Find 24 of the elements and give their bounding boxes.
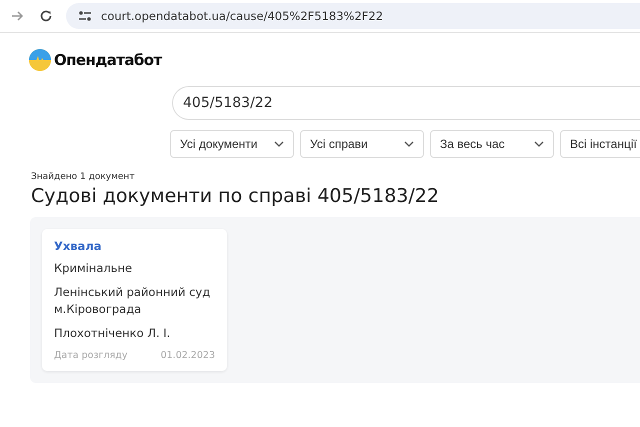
- url-text: court.opendatabot.ua/cause/405%2F5183%2F22: [101, 9, 384, 23]
- results-count: Знайдено 1 документ: [31, 172, 136, 182]
- filter-dropdown[interactable]: Усі документи: [170, 130, 294, 158]
- judge-name: Плохотніченко Л. І.: [54, 325, 172, 342]
- address-bar[interactable]: court.opendatabot.ua/cause/405%2F5183%2F22: [66, 3, 640, 29]
- chevron-down-icon: [534, 141, 544, 147]
- logo-icon: [29, 49, 51, 71]
- document-type-link[interactable]: Ухвала: [54, 239, 215, 253]
- date-label: Дата розгляду: [54, 350, 128, 361]
- court-name: Ленінський районний суд м.Кіровограда: [54, 284, 212, 318]
- forward-icon[interactable]: [10, 9, 24, 23]
- filter-dropdown[interactable]: За весь час: [430, 130, 554, 158]
- document-card[interactable]: Ухвала Кримінальне Ленінський районний суд м.Кіровограда Плохотніченко Л. І. Дата розгляду 01.02.2023: [42, 229, 227, 371]
- case-category: Кримінальне: [54, 260, 134, 277]
- search-field[interactable]: 405/5183/22: [172, 86, 640, 120]
- page-heading: Судові документи по справі 405/5183/22: [31, 185, 440, 207]
- date-value: 01.02.2023: [160, 350, 215, 361]
- logo-text: Опендатабот: [54, 51, 162, 69]
- filter-dropdown[interactable]: Всі інстанції: [560, 130, 640, 158]
- chevron-down-icon: [404, 141, 414, 147]
- reload-icon[interactable]: [39, 9, 53, 23]
- filter-dropdown[interactable]: Усі справи: [300, 130, 424, 158]
- chevron-down-icon: [274, 141, 284, 147]
- site-settings-icon[interactable]: [78, 10, 92, 22]
